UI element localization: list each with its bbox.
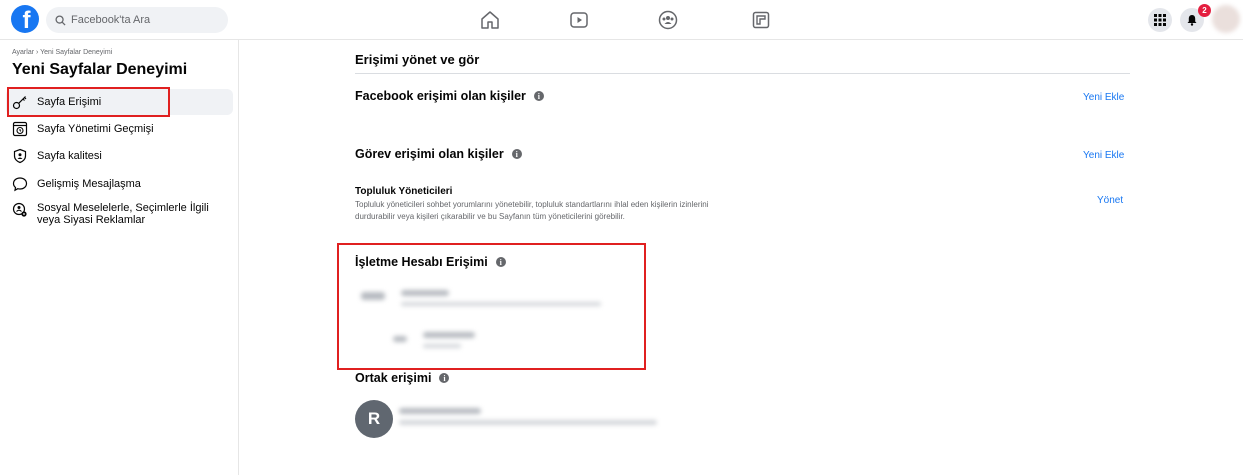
search-input[interactable]	[71, 14, 221, 26]
notification-badge: 2	[1198, 4, 1211, 17]
top-navigation-bar: f 2	[0, 0, 1243, 40]
sidebar-item-label: Sayfa Yönetimi Geçmişi	[37, 123, 154, 135]
message-icon	[12, 177, 28, 192]
info-icon[interactable]: i	[533, 91, 544, 101]
highlight-box-business-access	[337, 243, 646, 370]
community-managers-title: Topluluk Yöneticileri	[355, 186, 453, 197]
info-icon[interactable]: i	[439, 373, 450, 383]
task-access-title: Görev erişimi olan kişiler i	[355, 147, 522, 161]
sidebar-item-page-quality[interactable]: Sayfa kalitesi	[6, 143, 233, 169]
grid-menu-icon	[1154, 14, 1166, 26]
community-managers-description: Topluluk yöneticileri sohbet yorumlarını…	[355, 200, 709, 221]
shield-icon	[13, 148, 27, 164]
sidebar-item-page-history[interactable]: Sayfa Yönetimi Geçmişi	[6, 116, 233, 142]
groups-icon[interactable]	[657, 9, 679, 31]
page-title: Yeni Sayfalar Deneyimi	[12, 61, 188, 78]
search-box[interactable]	[46, 7, 228, 33]
facebook-logo[interactable]: f	[11, 5, 39, 33]
menu-button[interactable]	[1148, 8, 1172, 32]
section-heading: Erişimi yönet ve gör	[355, 52, 480, 67]
bell-icon	[1187, 15, 1197, 26]
highlight-box-sidebar	[7, 87, 170, 117]
sidebar-item-label: Sosyal Meselelerle, Seçimlerle İlgili ve…	[37, 202, 209, 226]
add-facebook-access-button[interactable]: Yeni Ekle	[1083, 92, 1124, 103]
search-icon	[55, 14, 66, 26]
watch-icon[interactable]	[568, 9, 590, 31]
home-icon[interactable]	[479, 9, 501, 31]
shared-access-title: Ortak erişimi i	[355, 371, 450, 385]
add-task-access-button[interactable]: Yeni Ekle	[1083, 150, 1124, 161]
manage-community-button[interactable]: Yönet	[1097, 195, 1123, 206]
breadcrumb[interactable]: Ayarlar › Yeni Sayfalar Deneyimi	[12, 49, 112, 56]
sidebar-item-label: Gelişmiş Mesajlaşma	[37, 178, 141, 190]
sidebar-item-advanced-messaging[interactable]: Gelişmiş Mesajlaşma	[6, 171, 233, 197]
ads-settings-icon	[12, 202, 27, 217]
blurred-shared-account	[397, 402, 663, 438]
gaming-icon[interactable]	[750, 9, 772, 31]
sidebar-item-label: Sayfa kalitesi	[37, 150, 102, 162]
facebook-access-title: Facebook erişimi olan kişiler i	[355, 89, 544, 103]
shared-access-avatar[interactable]: R	[355, 400, 393, 438]
divider	[355, 73, 1130, 74]
profile-avatar[interactable]	[1212, 5, 1240, 33]
sidebar-item-political-ads[interactable]: Sosyal Meselelerle, Seçimlerle İlgili ve…	[6, 198, 233, 232]
info-icon[interactable]: i	[511, 149, 522, 159]
history-icon	[12, 121, 28, 137]
